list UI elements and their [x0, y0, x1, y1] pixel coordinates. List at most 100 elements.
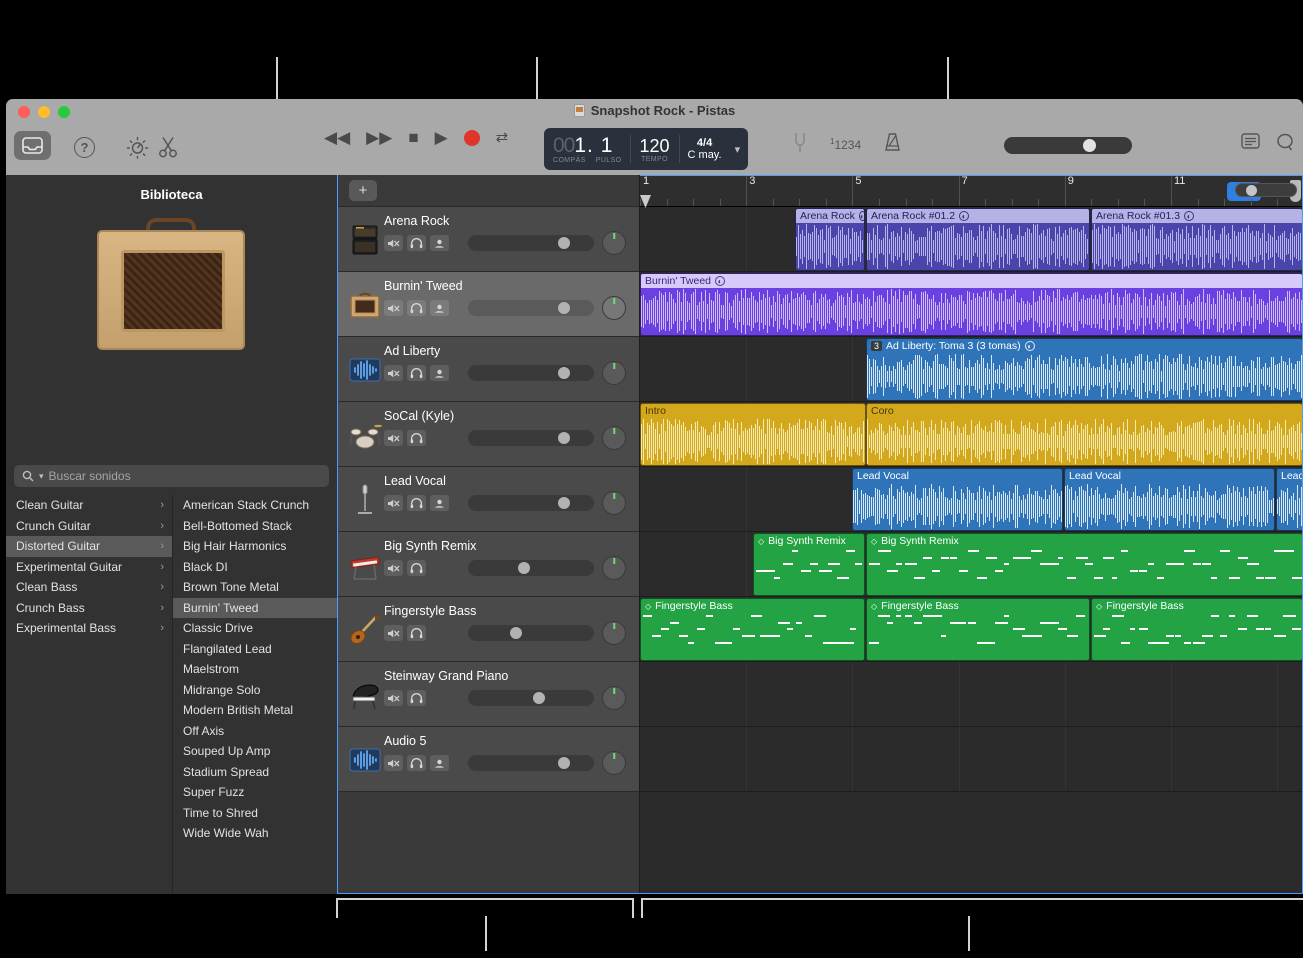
record-enable-button[interactable] [430, 495, 449, 511]
library-patch-item[interactable]: Black DI [173, 557, 337, 578]
pan-knob[interactable] [602, 751, 626, 775]
track-header[interactable]: Fingerstyle Bass [338, 597, 639, 662]
lcd-position-segment[interactable]: 00 1. 1 COMPÁS PULSO [544, 128, 630, 170]
metronome-button[interactable] [883, 132, 902, 157]
volume-slider[interactable] [468, 235, 594, 251]
track-name[interactable]: Big Synth Remix [384, 539, 476, 553]
volume-slider[interactable] [468, 430, 594, 446]
library-category-item[interactable]: Clean Bass› [6, 577, 172, 598]
library-patch-item[interactable]: Midrange Solo [173, 680, 337, 701]
notes-button[interactable] [1241, 133, 1260, 156]
solo-button[interactable] [407, 625, 426, 641]
solo-button[interactable] [407, 430, 426, 446]
region[interactable]: Arena Rock #01.3◐ [1091, 208, 1303, 271]
library-patch-item[interactable]: Burnin' Tweed [173, 598, 337, 619]
region[interactable]: Lead Vocal [1064, 468, 1275, 531]
track-header[interactable]: Burnin' Tweed [338, 272, 639, 337]
track-lane[interactable]: Burnin' Tweed◐ [640, 272, 1303, 337]
track-lane[interactable]: ◇Big Synth Remix◇Big Synth Remix [640, 532, 1303, 597]
track-name[interactable]: Steinway Grand Piano [384, 669, 508, 683]
solo-button[interactable] [407, 235, 426, 251]
region[interactable]: Lead Vocal [852, 468, 1063, 531]
smart-controls-button[interactable] [126, 136, 149, 164]
stop-icon[interactable]: ■ [408, 129, 418, 146]
library-patch-item[interactable]: Classic Drive [173, 618, 337, 639]
cycle-icon[interactable]: ⇄ [496, 130, 509, 145]
lcd-tempo-segment[interactable]: 120 TEMPO [630, 128, 678, 170]
solo-button[interactable] [407, 560, 426, 576]
library-patch-item[interactable]: American Stack Crunch [173, 495, 337, 516]
region[interactable]: ◇Big Synth Remix [866, 533, 1303, 596]
track-name[interactable]: SoCal (Kyle) [384, 409, 454, 423]
track-header[interactable]: SoCal (Kyle) [338, 402, 639, 467]
library-patch-item[interactable]: Wide Wide Wah [173, 823, 337, 844]
mute-button[interactable] [384, 690, 403, 706]
fast-forward-icon[interactable]: ▶▶ [366, 129, 392, 146]
track-name[interactable]: Audio 5 [384, 734, 426, 748]
library-category-item[interactable]: Clean Guitar› [6, 495, 172, 516]
solo-button[interactable] [407, 755, 426, 771]
library-patch-item[interactable]: Brown Tone Metal [173, 577, 337, 598]
track-lane[interactable]: Lead VocalLead VocalLead Vocal [640, 467, 1303, 532]
region[interactable]: Arena Rock #01.2◐ [866, 208, 1090, 271]
library-patch-item[interactable]: Stadium Spread [173, 762, 337, 783]
tuning-fork-button[interactable] [792, 131, 808, 158]
volume-slider-knob[interactable] [518, 562, 530, 574]
volume-slider-knob[interactable] [558, 757, 570, 769]
pan-knob[interactable] [602, 361, 626, 385]
library-patch-item[interactable]: Big Hair Harmonics [173, 536, 337, 557]
library-patch-item[interactable]: Off Axis [173, 721, 337, 742]
master-volume-slider[interactable] [1004, 137, 1132, 154]
track-lane[interactable] [640, 662, 1303, 727]
library-patch-item[interactable]: Maelstrom [173, 659, 337, 680]
pan-knob[interactable] [602, 556, 626, 580]
apple-loops-button[interactable] [1276, 133, 1294, 156]
track-header[interactable]: Arena Rock [338, 207, 639, 272]
track-header[interactable]: Lead Vocal [338, 467, 639, 532]
volume-slider[interactable] [468, 625, 594, 641]
track-header[interactable]: Ad Liberty [338, 337, 639, 402]
volume-slider-knob[interactable] [558, 237, 570, 249]
library-category-item[interactable]: Crunch Bass› [6, 598, 172, 619]
record-icon[interactable] [464, 130, 480, 146]
pan-knob[interactable] [602, 426, 626, 450]
rewind-icon[interactable]: ◀◀ [324, 129, 350, 146]
region[interactable]: ◇Fingerstyle Bass [866, 598, 1090, 661]
solo-button[interactable] [407, 690, 426, 706]
region[interactable]: Lead Vocal [1276, 468, 1303, 531]
track-header[interactable]: Audio 5 [338, 727, 639, 792]
library-patch-item[interactable]: Flangilated Lead [173, 639, 337, 660]
library-category-item[interactable]: Experimental Bass› [6, 618, 172, 639]
library-patch-item[interactable]: Modern British Metal [173, 700, 337, 721]
track-lane[interactable]: ◇Fingerstyle Bass◇Fingerstyle Bass◇Finge… [640, 597, 1303, 662]
mute-button[interactable] [384, 430, 403, 446]
pan-knob[interactable] [602, 491, 626, 515]
play-icon[interactable]: ▶ [435, 129, 448, 146]
library-patch-item[interactable]: Souped Up Amp [173, 741, 337, 762]
volume-slider-knob[interactable] [558, 497, 570, 509]
volume-slider-knob[interactable] [558, 302, 570, 314]
library-patch-item[interactable]: Super Fuzz [173, 782, 337, 803]
solo-button[interactable] [407, 300, 426, 316]
library-category-item[interactable]: Crunch Guitar› [6, 516, 172, 537]
volume-slider-knob[interactable] [558, 432, 570, 444]
mute-button[interactable] [384, 365, 403, 381]
track-name[interactable]: Burnin' Tweed [384, 279, 463, 293]
volume-slider[interactable] [468, 560, 594, 576]
transport-controls[interactable]: ◀◀ ▶▶ ■ ▶ ⇄ [324, 129, 508, 146]
track-lane[interactable]: 3Ad Liberty: Toma 3 (3 tomas)◐ [640, 337, 1303, 402]
track-name[interactable]: Lead Vocal [384, 474, 446, 488]
track-name[interactable]: Fingerstyle Bass [384, 604, 476, 618]
volume-slider-knob[interactable] [533, 692, 545, 704]
region[interactable]: ◇Fingerstyle Bass [1091, 598, 1303, 661]
library-category-item[interactable]: Distorted Guitar› [6, 536, 172, 557]
record-enable-button[interactable] [430, 755, 449, 771]
volume-slider[interactable] [468, 300, 594, 316]
track-name[interactable]: Ad Liberty [384, 344, 440, 358]
zoom-slider-knob[interactable] [1246, 185, 1257, 196]
pan-knob[interactable] [602, 296, 626, 320]
mute-button[interactable] [384, 755, 403, 771]
region[interactable]: Coro [866, 403, 1303, 466]
track-lane[interactable] [640, 727, 1303, 792]
volume-slider[interactable] [468, 495, 594, 511]
